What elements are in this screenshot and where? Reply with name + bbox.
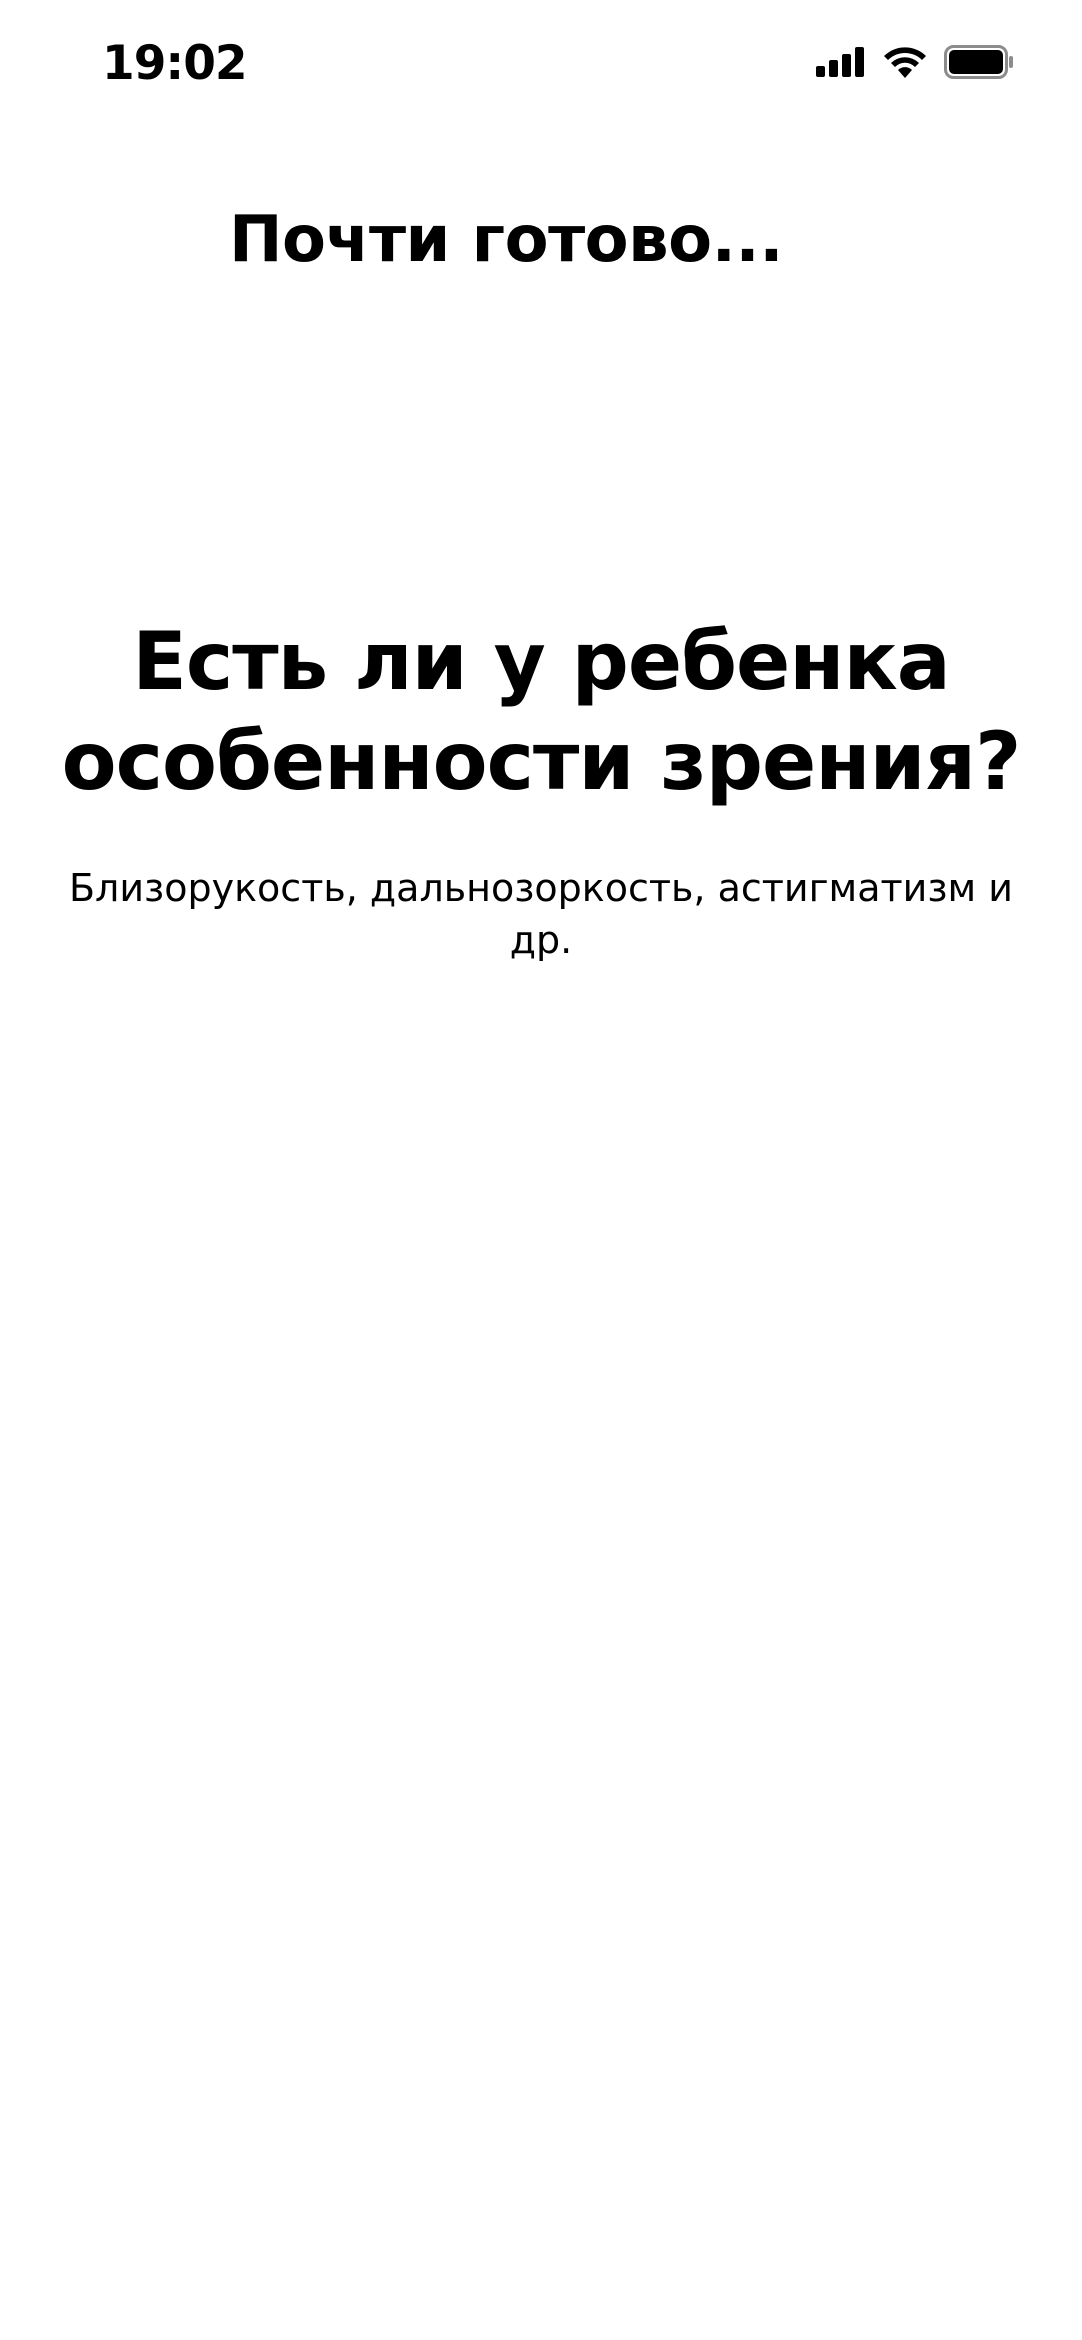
status-bar: 19:02	[0, 0, 1082, 130]
header-title: Почти готово...	[228, 203, 784, 277]
question-title: Есть ли у ребенка особенности зрения?	[61, 615, 1022, 808]
wifi-icon	[882, 45, 928, 79]
battery-icon	[944, 45, 1014, 79]
question-subtitle: Близорукость, дальнозоркость, астигматиз…	[68, 866, 1013, 962]
status-icons	[816, 42, 1014, 82]
signal-icon	[816, 47, 866, 77]
status-time: 19:02	[102, 36, 248, 91]
